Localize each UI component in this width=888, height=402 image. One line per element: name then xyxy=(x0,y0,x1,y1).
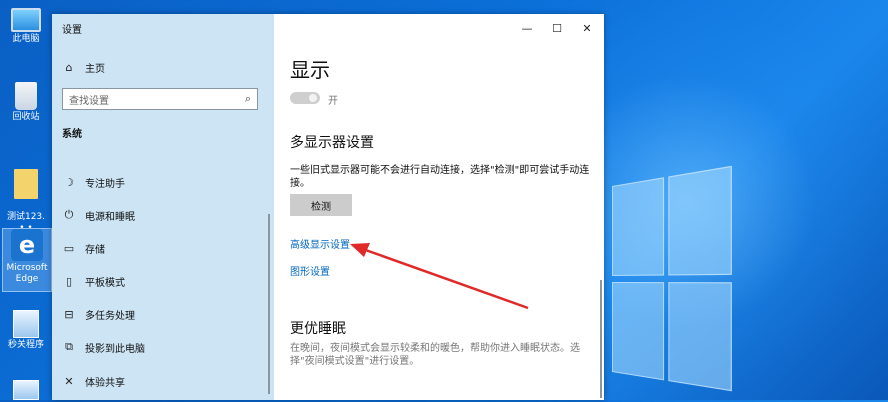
maximize-button[interactable]: ☐ xyxy=(540,14,574,42)
computer-icon xyxy=(11,8,41,32)
window-title: 设置 xyxy=(62,25,82,36)
sidebar-scrollbar[interactable] xyxy=(268,214,270,394)
graphics-settings-link[interactable]: 图形设置 xyxy=(290,263,330,278)
detect-button[interactable]: 检测 xyxy=(290,194,352,216)
multi-display-heading: 多显示器设置 xyxy=(290,135,374,151)
share-icon: ✕ xyxy=(64,374,74,388)
desktop-icon-this-pc[interactable]: 此电脑 xyxy=(2,8,50,45)
tablet-icon: ▯ xyxy=(65,274,73,288)
moon-icon: ☽ xyxy=(64,175,74,189)
main-scrollbar[interactable] xyxy=(600,280,602,398)
recycle-bin-icon xyxy=(15,82,37,110)
sidebar-item-home[interactable]: ⌂ 主页 xyxy=(62,56,106,78)
page-title: 显示 xyxy=(290,58,330,82)
settings-sidebar: 设置 ⌂ 主页 查找设置 ⌕ 系统 ☽ 专注助手 ⏻ 电源和睡眠 ▭ 存储 ▯ … xyxy=(52,14,274,400)
desktop-icon-partial[interactable] xyxy=(2,380,50,402)
settings-main-pane: — ☐ ✕ 显示 开 多显示器设置 一些旧式显示器可能不会进行自动连接，选择"检… xyxy=(274,14,604,400)
folder-icon xyxy=(14,169,38,199)
search-input[interactable]: 查找设置 ⌕ xyxy=(62,88,258,110)
power-icon: ⏻ xyxy=(64,208,74,221)
sidebar-item-storage[interactable]: ▭ 存储 xyxy=(62,237,105,259)
sidebar-section-system: 系统 xyxy=(62,129,82,140)
multi-display-description: 一些旧式显示器可能不会进行自动连接，选择"检测"即可尝试手动连接。 xyxy=(290,165,590,189)
sidebar-item-power-sleep[interactable]: ⏻ 电源和睡眠 xyxy=(62,204,135,226)
toggle-label: 开 xyxy=(328,96,338,107)
sleep-description: 在晚间，夜间模式会显示较柔和的暖色，帮助你进入睡眠状态。选择"夜间模式设置"进行… xyxy=(290,343,580,367)
sidebar-item-shared-experiences[interactable]: ✕ 体验共享 xyxy=(62,370,125,392)
windows-logo-wallpaper xyxy=(612,165,732,396)
home-icon: ⌂ xyxy=(65,60,73,74)
sidebar-item-tablet-mode[interactable]: ▯ 平板模式 xyxy=(62,270,125,292)
multitask-icon: ⊟ xyxy=(64,307,74,321)
desktop-icon-app[interactable]: 秒关程序 xyxy=(2,310,50,351)
desktop-icon-recycle-bin[interactable]: 回收站 xyxy=(2,82,50,123)
sleep-heading: 更优睡眠 xyxy=(290,321,346,337)
settings-window: 设置 ⌂ 主页 查找设置 ⌕ 系统 ☽ 专注助手 ⏻ 电源和睡眠 ▭ 存储 ▯ … xyxy=(52,14,604,400)
app-icon xyxy=(13,380,39,400)
sidebar-item-project[interactable]: ⧉ 投影到此电脑 xyxy=(62,336,145,358)
minimize-button[interactable]: — xyxy=(510,14,544,42)
sidebar-item-multitasking[interactable]: ⊟ 多任务处理 xyxy=(62,303,135,325)
edge-icon: e xyxy=(11,229,43,261)
app-icon xyxy=(13,310,39,338)
storage-icon: ▭ xyxy=(63,241,75,255)
close-button[interactable]: ✕ xyxy=(570,14,604,42)
display-toggle[interactable] xyxy=(290,92,320,104)
advanced-display-settings-link[interactable]: 高级显示设置 xyxy=(290,236,350,251)
desktop-icon-edge[interactable]: e Microsoft Edge xyxy=(2,228,52,292)
search-icon: ⌕ xyxy=(244,92,251,105)
project-icon: ⧉ xyxy=(65,340,73,353)
sidebar-item-focus-assist[interactable]: ☽ 专注助手 xyxy=(62,171,125,193)
